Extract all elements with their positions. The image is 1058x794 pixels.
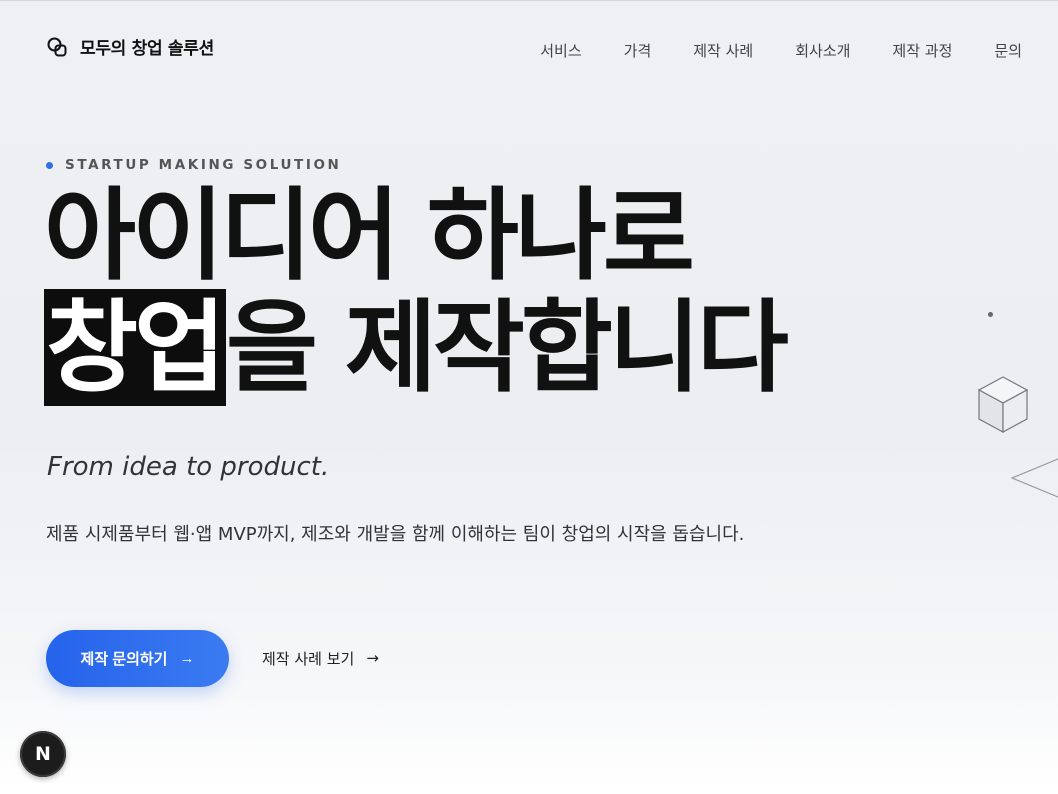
decorative-dot <box>988 312 993 317</box>
cube-icon <box>977 376 1029 434</box>
nav-item-services[interactable]: 서비스 <box>540 40 581 61</box>
hero-description: 제품 시제품부터 웹·앱 MVP까지, 제조와 개발을 함께 이해하는 팀이 창… <box>46 524 745 545</box>
nav-item-portfolio[interactable]: 제작 사례 <box>693 40 753 61</box>
nav-item-contact[interactable]: 문의 <box>994 40 1022 61</box>
top-divider <box>0 0 1058 1</box>
hero-headline: 아이디어 하나로 창업을 제작합니다 <box>44 177 789 406</box>
portfolio-link[interactable]: 제작 사례 보기 → <box>262 648 379 669</box>
eyebrow: STARTUP MAKING SOLUTION <box>46 157 341 173</box>
page: 모두의 창업 솔루션 서비스 가격 제작 사례 회사소개 제작 과정 문의 ST… <box>0 0 1058 794</box>
next-badge-icon[interactable]: N <box>20 731 66 777</box>
logo[interactable]: 모두의 창업 솔루션 <box>46 34 214 59</box>
logo-icon <box>47 37 67 56</box>
main-nav: 서비스 가격 제작 사례 회사소개 제작 과정 문의 <box>540 40 1022 61</box>
logo-text: 모두의 창업 솔루션 <box>80 39 214 59</box>
hero-tagline: From idea to product. <box>47 452 330 482</box>
headline-highlight: 창업 <box>44 289 226 406</box>
nav-item-pricing[interactable]: 가격 <box>624 40 652 61</box>
contact-button[interactable]: 제작 문의하기 → <box>46 630 229 687</box>
headline-line-1: 아이디어 하나로 <box>44 177 695 294</box>
portfolio-link-label: 제작 사례 보기 <box>262 650 355 668</box>
headline-line-2: 창업을 제작합니다 <box>44 289 789 406</box>
eyebrow-dot-icon <box>46 161 53 169</box>
diamond-icon <box>1010 458 1058 498</box>
nav-item-process[interactable]: 제작 과정 <box>892 40 952 61</box>
eyebrow-text: STARTUP MAKING SOLUTION <box>65 157 342 173</box>
nav-item-about[interactable]: 회사소개 <box>795 40 850 61</box>
headline-line-2-rest: 을 제작합니다 <box>226 289 789 406</box>
arrow-right-icon: → <box>366 649 379 667</box>
arrow-right-icon: → <box>179 650 195 667</box>
contact-button-label: 제작 문의하기 <box>80 651 168 668</box>
